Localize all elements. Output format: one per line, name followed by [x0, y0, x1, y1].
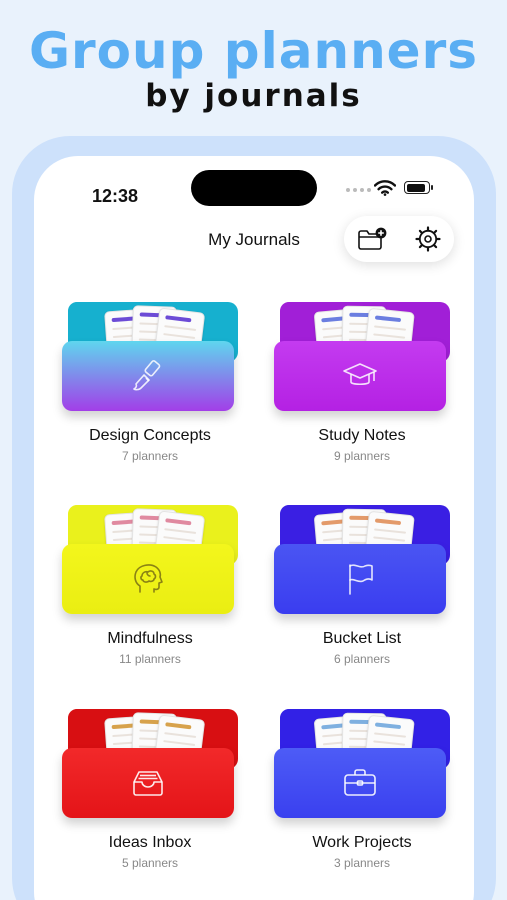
journal-count: 5 planners: [121, 856, 179, 870]
battery-icon: [404, 181, 433, 194]
signal-dots-icon: [346, 188, 371, 192]
folder-front: [62, 341, 234, 411]
gear-icon: [415, 226, 441, 252]
journal-count: 7 planners: [121, 449, 179, 463]
briefcase-icon: [344, 769, 376, 796]
journal-folder-bucket-list[interactable]: Bucket List 6 planners: [274, 503, 450, 671]
journal-folder-mindfulness[interactable]: Mindfulness 11 planners: [62, 503, 238, 671]
hero-title: Group planners: [28, 22, 479, 80]
folder-front: [274, 748, 446, 818]
journal-name: Mindfulness: [107, 630, 193, 647]
journal-count: 3 planners: [333, 856, 391, 870]
journal-count: 9 planners: [333, 449, 391, 463]
journal-name: Bucket List: [322, 630, 402, 647]
hero-subtitle: by journals: [145, 78, 362, 114]
folder-front: [274, 341, 446, 411]
dynamic-island: [191, 170, 317, 206]
head-brain-icon: [134, 564, 163, 593]
phone-screen: 12:38 My Journals Design Concepts 7 plan…: [34, 156, 474, 900]
folder-plus-icon: [358, 227, 387, 250]
graduation-cap-icon: [343, 363, 377, 386]
journal-name: Study Notes: [318, 427, 406, 444]
journal-folder-study-notes[interactable]: Study Notes 9 planners: [274, 300, 450, 468]
inbox-tray-icon: [133, 771, 163, 796]
journal-name: Work Projects: [312, 834, 412, 851]
wifi-icon: [374, 180, 396, 196]
flag-icon: [349, 564, 373, 595]
add-folder-button[interactable]: [356, 224, 388, 254]
paintbrush-icon: [133, 360, 161, 391]
journal-count: 11 planners: [119, 652, 181, 666]
folder-front: [274, 544, 446, 614]
journal-count: 6 planners: [333, 652, 391, 666]
journal-folder-work-projects[interactable]: Work Projects 3 planners: [274, 707, 450, 875]
status-time: 12:38: [92, 186, 139, 206]
folder-front: [62, 544, 234, 614]
journal-name: Design Concepts: [89, 427, 211, 444]
journal-folder-ideas-inbox[interactable]: Ideas Inbox 5 planners: [62, 707, 238, 875]
settings-button[interactable]: [412, 224, 444, 254]
nav-actions: [344, 216, 454, 262]
journal-folder-design-concepts[interactable]: Design Concepts 7 planners: [62, 300, 238, 468]
journal-name: Ideas Inbox: [108, 834, 192, 851]
folder-front: [62, 748, 234, 818]
